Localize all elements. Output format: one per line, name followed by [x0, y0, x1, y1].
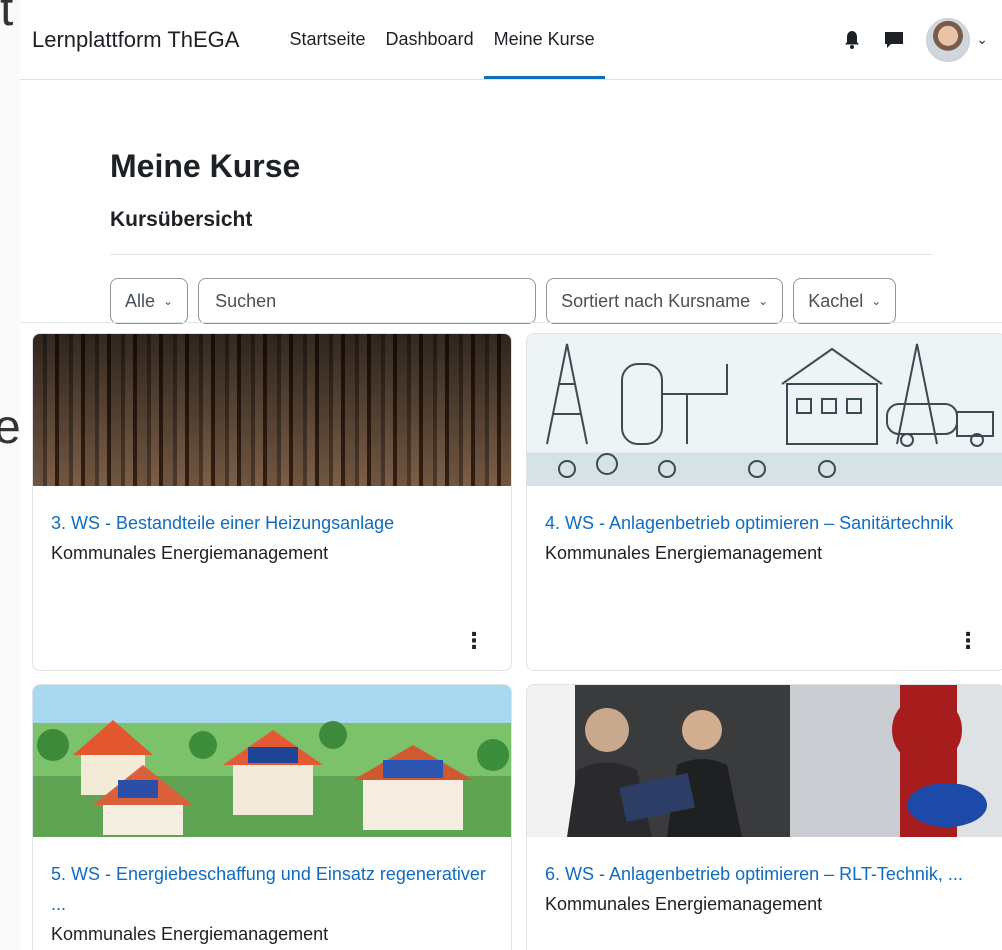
course-illustration — [37, 720, 509, 835]
divider — [110, 254, 932, 255]
chevron-down-icon: ⌄ — [163, 294, 174, 308]
bell-icon[interactable] — [842, 30, 862, 50]
chevron-down-icon: ⌄ — [871, 294, 882, 308]
background-glyph: t — [0, 0, 14, 36]
course-image[interactable] — [527, 334, 1002, 486]
course-card: 6. WS - Anlagenbetrieb optimieren – RLT-… — [526, 684, 1002, 950]
region-divider — [20, 322, 1002, 323]
nav-link-meine-kurse[interactable]: Meine Kurse — [483, 0, 605, 79]
chat-icon[interactable] — [884, 30, 904, 50]
course-card: 3. WS - Bestandteile einer Heizungsanlag… — [32, 333, 512, 671]
top-navbar: Lernplattform ThEGA Startseite Dashboard… — [20, 0, 1002, 80]
background-glyph: e — [0, 401, 21, 454]
course-category: Kommunales Energiemanagement — [51, 543, 329, 563]
course-title-link[interactable]: 3. WS - Bestandteile einer Heizungsanlag… — [51, 508, 493, 538]
user-menu-toggle[interactable]: ⌄ — [926, 17, 988, 62]
background-panel: t e — [0, 0, 21, 950]
grouping-dropdown[interactable]: Alle ⌄ — [110, 278, 189, 324]
sort-label: Sortiert nach Kursname — [561, 290, 751, 311]
course-image[interactable] — [33, 685, 511, 837]
chevron-down-icon: ⌄ — [758, 294, 769, 308]
nav-link-startseite[interactable]: Startseite — [279, 0, 375, 79]
grouping-label: Alle — [125, 290, 156, 311]
view-dropdown[interactable]: Kachel ⌄ — [793, 278, 897, 324]
course-card: 5. WS - Energiebeschaffung und Einsatz r… — [32, 684, 512, 950]
course-image[interactable] — [527, 685, 1002, 837]
chevron-down-icon[interactable]: ⌄ — [976, 31, 988, 48]
view-label: Kachel — [808, 290, 864, 311]
course-title-link[interactable]: 5. WS - Energiebeschaffung und Einsatz r… — [51, 859, 493, 919]
course-card: 4. WS - Anlagenbetrieb optimieren – Sani… — [526, 333, 1002, 671]
course-title-link[interactable]: 4. WS - Anlagenbetrieb optimieren – Sani… — [545, 508, 987, 538]
nav-link-dashboard[interactable]: Dashboard — [376, 0, 484, 79]
course-title-link[interactable]: 6. WS - Anlagenbetrieb optimieren – RLT-… — [545, 859, 987, 889]
avatar[interactable] — [926, 17, 971, 62]
sort-dropdown[interactable]: Sortiert nach Kursname ⌄ — [546, 278, 784, 324]
section-title: Kursübersicht — [110, 208, 253, 231]
course-category: Kommunales Energiemanagement — [51, 924, 329, 944]
course-illustration — [567, 695, 987, 837]
page-title: Meine Kurse — [110, 148, 301, 184]
course-category: Kommunales Energiemanagement — [545, 894, 823, 914]
kebab-menu-icon[interactable]: ⋮ — [957, 630, 979, 652]
search-input[interactable] — [198, 278, 537, 324]
course-category: Kommunales Energiemanagement — [545, 543, 823, 563]
course-filter-bar: Alle ⌄ Sortiert nach Kursname ⌄ Kachel ⌄ — [110, 278, 897, 324]
kebab-menu-icon[interactable]: ⋮ — [463, 630, 485, 652]
course-image[interactable] — [33, 334, 511, 486]
user-menu-area: ⌄ — [842, 17, 988, 62]
course-illustration — [546, 343, 994, 478]
primary-nav: Startseite Dashboard Meine Kurse — [279, 0, 605, 79]
site-brand[interactable]: Lernplattform ThEGA — [32, 27, 239, 53]
